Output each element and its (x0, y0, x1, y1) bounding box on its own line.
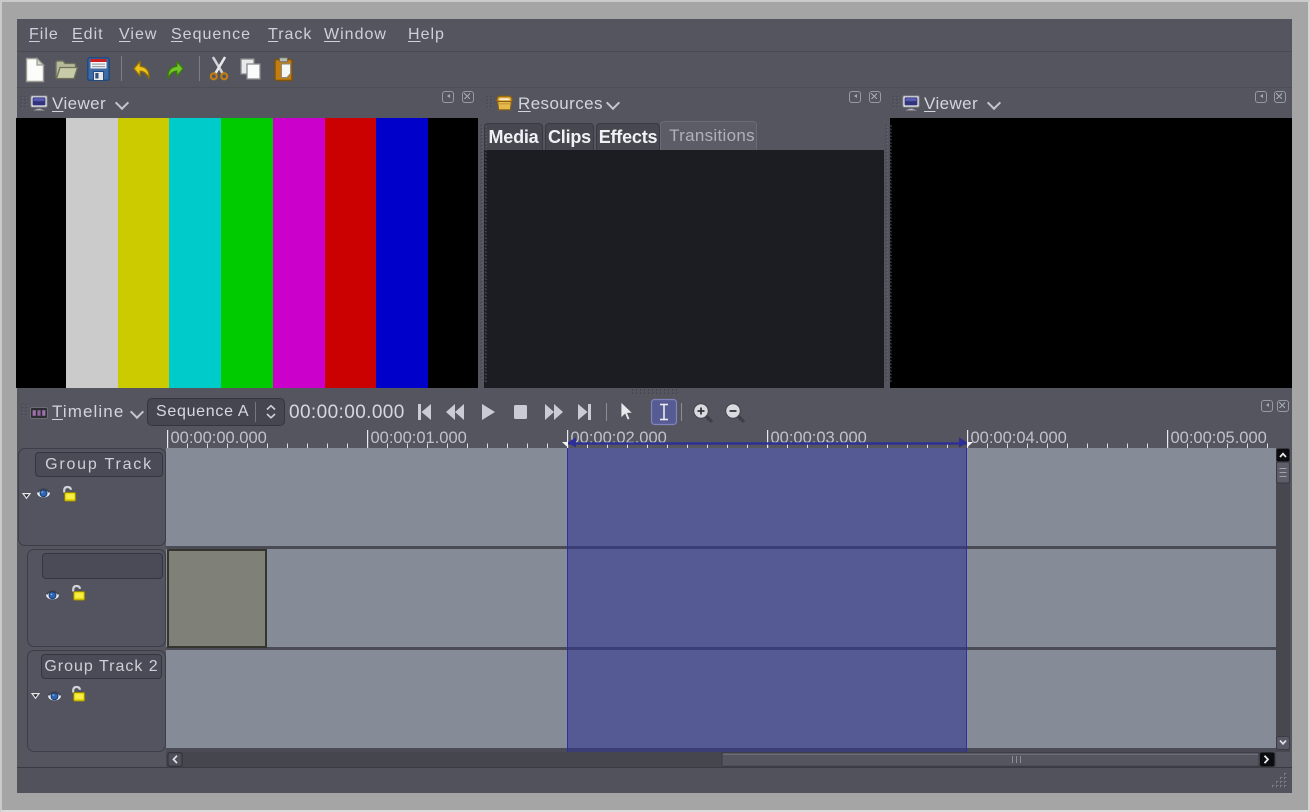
svg-text:00:00:01.000: 00:00:01.000 (371, 429, 467, 447)
svg-text:00:00:00.000: 00:00:00.000 (171, 429, 267, 447)
svg-text:00:00:05.000: 00:00:05.000 (1171, 429, 1267, 447)
svg-text:00:00:04.000: 00:00:04.000 (971, 429, 1067, 447)
